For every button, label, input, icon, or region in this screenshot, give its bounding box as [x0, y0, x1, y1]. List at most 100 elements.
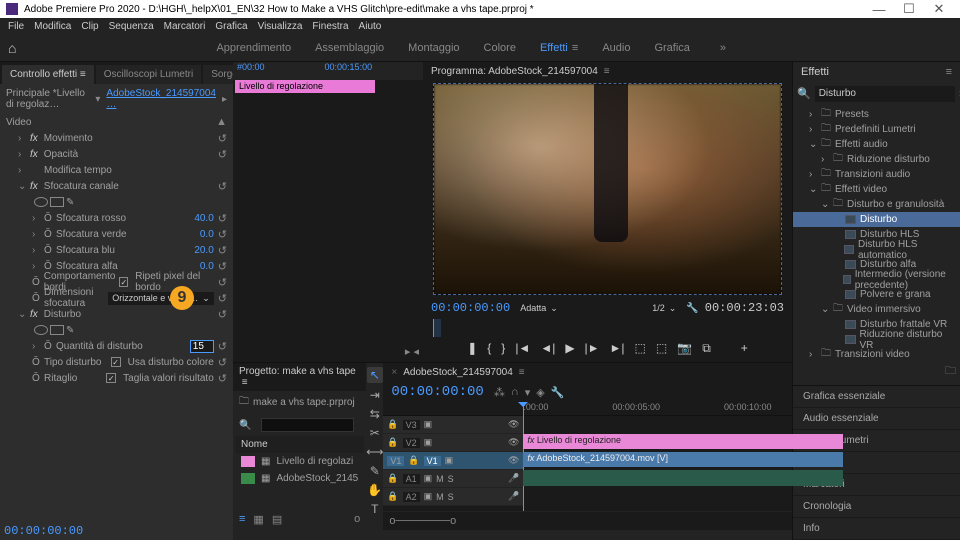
reset-icon[interactable]: ↺ [218, 212, 227, 225]
clip-audio[interactable] [523, 470, 843, 486]
reset-icon[interactable]: ↺ [218, 180, 227, 193]
menu-clip[interactable]: Clip [81, 21, 98, 32]
side-info[interactable]: Info [793, 518, 960, 540]
tab-effect-controls[interactable]: Controllo effetti ≡ [2, 65, 94, 84]
settings-icon[interactable]: ◈ [536, 386, 544, 399]
tree-effect[interactable]: Riduzione disturbo VR [793, 332, 960, 347]
track-select-tool-icon[interactable]: ⇥ [370, 388, 380, 402]
goto-out-icon[interactable]: ►| [610, 341, 625, 356]
ec-clip-link[interactable]: AdobeStock_214597004 … [106, 88, 216, 110]
export-frame-icon[interactable]: 📷 [677, 341, 692, 356]
minimize-button[interactable]: — [864, 2, 894, 17]
marker-icon[interactable]: ▾ [525, 386, 531, 399]
mask-ellipse-icon[interactable] [34, 325, 48, 335]
tree-effect[interactable]: Disturbo HLS automatico [793, 242, 960, 257]
program-viewport[interactable] [433, 83, 782, 295]
tab-source[interactable]: Sorgente: (nessuna clip) [203, 65, 233, 84]
razor-tool-icon[interactable]: ✂ [370, 426, 380, 440]
green-blur-value[interactable]: 0.0 [200, 229, 214, 240]
slip-tool-icon[interactable]: ⟷ [366, 445, 383, 459]
goto-in-icon[interactable]: |◄ [515, 341, 530, 356]
timeline-clips[interactable]: fx Livello di regolazione fx AdobeStock_… [523, 416, 960, 511]
folder-icon[interactable]: 🗀 [945, 365, 956, 377]
fx-noise[interactable]: Disturbo [44, 309, 81, 320]
tab-effects[interactable]: Effetti ≡ [540, 42, 578, 54]
reset-icon[interactable]: ↺ [218, 148, 227, 161]
clip-result-checkbox[interactable] [106, 373, 116, 383]
mask-pen-icon[interactable]: ✎ [66, 197, 74, 208]
fit-dropdown[interactable]: Adatta ⌄ [516, 302, 562, 315]
tree-folder[interactable]: ⌄🗀Disturbo e granulosità [793, 197, 960, 212]
noise-amount-input[interactable] [190, 340, 214, 353]
mask-ellipse-icon[interactable] [34, 197, 48, 207]
name-column[interactable]: Nome [235, 436, 364, 453]
tab-graphics[interactable]: Grafica [654, 42, 689, 54]
bin-name[interactable]: make a vhs tape.prproj [253, 397, 355, 408]
reset-icon[interactable]: ↺ [218, 260, 227, 273]
timeline-tc[interactable]: 00:00:00:00 [391, 384, 483, 400]
reset-icon[interactable]: ↺ [218, 308, 227, 321]
ec-play-icon[interactable]: ▸ [222, 94, 227, 105]
freeform-view-icon[interactable]: ▤ [272, 513, 282, 526]
extract-icon[interactable]: ⬚ [656, 341, 667, 356]
alpha-blur-value[interactable]: 0.0 [200, 261, 214, 272]
panel-menu-icon[interactable]: ▸ ◂ [401, 341, 423, 362]
mask-pen-icon[interactable]: ✎ [66, 325, 74, 336]
edge-repeat-checkbox[interactable] [119, 277, 128, 287]
mask-rect-icon[interactable] [50, 325, 64, 335]
tab-editing[interactable]: Montaggio [408, 42, 459, 54]
blur-dim-dropdown[interactable]: Orizzontale e vertic… ⌄ [108, 292, 214, 305]
fx-channel-blur[interactable]: Sfocatura canale [44, 181, 119, 192]
menu-window[interactable]: Finestra [312, 21, 348, 32]
list-view-icon[interactable]: ≡ [239, 513, 245, 526]
mark-in-icon[interactable]: ❚ [467, 341, 477, 356]
track-v2[interactable]: 🔒V2▣👁 [383, 434, 523, 452]
wrench-icon[interactable]: 🔧 [551, 386, 565, 399]
group-toggle-icon[interactable]: ▲ [216, 116, 227, 128]
type-tool-icon[interactable]: T [371, 502, 378, 516]
mask-rect-icon[interactable] [50, 197, 64, 207]
tree-folder[interactable]: ⌄🗀Effetti audio [793, 137, 960, 152]
reset-icon[interactable]: ↺ [218, 276, 227, 289]
tree-effect[interactable]: Disturbo [793, 212, 960, 227]
track-v1[interactable]: V1🔒V1▣👁 [383, 452, 523, 470]
effects-search-input[interactable] [815, 86, 955, 102]
tab-color[interactable]: Colore [484, 42, 516, 54]
selection-tool-icon[interactable]: ↖ [367, 367, 383, 383]
menu-sequence[interactable]: Sequenza [109, 21, 154, 32]
panel-menu-icon[interactable]: ≡ [604, 66, 610, 77]
lift-icon[interactable]: ⬚ [635, 341, 646, 356]
fx-motion[interactable]: Movimento [44, 133, 93, 144]
snap-icon[interactable]: ⁂ [494, 386, 505, 399]
hand-tool-icon[interactable]: ✋ [367, 483, 382, 497]
track-a2[interactable]: 🔒A2▣MS🎤 [383, 488, 523, 506]
pen-tool-icon[interactable]: ✎ [370, 464, 380, 478]
ec-timecode[interactable]: 00:00:00:00 [4, 524, 83, 538]
overflow-icon[interactable]: » [720, 42, 726, 54]
menu-help[interactable]: Aiuto [359, 21, 382, 32]
mark-out-icon[interactable]: { [487, 341, 491, 356]
step-fwd-icon[interactable]: |► [585, 341, 600, 356]
step-back-icon[interactable]: ◄| [540, 341, 555, 356]
menu-view[interactable]: Visualizza [258, 21, 303, 32]
tab-audio[interactable]: Audio [602, 42, 630, 54]
tree-folder[interactable]: ⌄🗀Video immersivo [793, 302, 960, 317]
tree-folder[interactable]: ›🗀Presets [793, 107, 960, 122]
add-button-icon[interactable]: + [741, 341, 748, 356]
blue-blur-value[interactable]: 20.0 [194, 245, 213, 256]
project-tab[interactable]: Progetto: make a vhs tape [239, 366, 356, 377]
menu-file[interactable]: File [8, 21, 24, 32]
project-item[interactable]: ▦Livello di regolazi [235, 453, 364, 470]
track-v3[interactable]: 🔒V3▣👁 [383, 416, 523, 434]
reset-icon[interactable]: ↺ [218, 244, 227, 257]
icon-view-icon[interactable]: ▦ [253, 513, 263, 526]
tree-folder[interactable]: ›🗀Riduzione disturbo [793, 152, 960, 167]
reset-icon[interactable]: ↺ [218, 228, 227, 241]
reset-icon[interactable]: ↺ [218, 292, 227, 305]
track-a1[interactable]: 🔒A1▣MS🎤 [383, 470, 523, 488]
program-tc-left[interactable]: 00:00:00:00 [431, 301, 510, 315]
color-noise-checkbox[interactable] [111, 357, 121, 367]
panel-menu-icon[interactable]: ≡ [946, 66, 952, 78]
reset-icon[interactable]: ↺ [218, 356, 227, 369]
menu-graphics[interactable]: Grafica [215, 21, 247, 32]
